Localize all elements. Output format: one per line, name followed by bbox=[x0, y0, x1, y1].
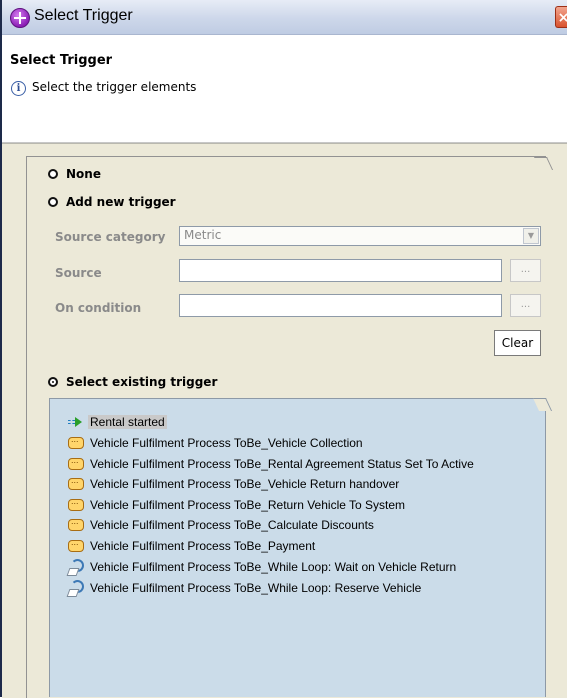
on-condition-input[interactable] bbox=[179, 294, 502, 317]
radio-add-new-label: Add new trigger bbox=[66, 195, 176, 209]
loop-icon bbox=[68, 559, 84, 575]
source-category-select[interactable]: Metric ▼ bbox=[179, 226, 541, 246]
list-item[interactable]: Vehicle Fulfilment Process ToBe_While Lo… bbox=[68, 579, 421, 597]
clear-button[interactable]: Clear bbox=[494, 330, 541, 356]
task-icon bbox=[68, 475, 84, 490]
radio-add-new-button[interactable] bbox=[48, 197, 58, 207]
radio-select-existing-label: Select existing trigger bbox=[66, 375, 218, 389]
task-icon bbox=[68, 434, 84, 449]
title-bar: Select Trigger × bbox=[2, 0, 567, 35]
trigger-label: Vehicle Fulfilment Process ToBe_While Lo… bbox=[90, 560, 457, 574]
source-browse-button[interactable]: ... bbox=[510, 259, 541, 282]
list-item[interactable]: Vehicle Fulfilment Process ToBe_Calculat… bbox=[68, 516, 374, 534]
list-item[interactable]: Vehicle Fulfilment Process ToBe_Rental A… bbox=[68, 455, 474, 473]
info-icon: i bbox=[11, 81, 26, 96]
list-item[interactable]: Rental started bbox=[68, 413, 167, 431]
source-category-value: Metric bbox=[184, 228, 222, 242]
radio-select-existing-button[interactable] bbox=[48, 377, 58, 387]
source-category-label: Source category bbox=[55, 230, 166, 244]
close-icon[interactable]: × bbox=[555, 6, 567, 28]
list-item[interactable]: Vehicle Fulfilment Process ToBe_Vehicle … bbox=[68, 475, 399, 493]
trigger-list[interactable]: Rental started Vehicle Fulfilment Proces… bbox=[49, 398, 553, 697]
info-text: Select the trigger elements bbox=[32, 80, 197, 94]
source-label: Source bbox=[55, 266, 102, 280]
trigger-label: Vehicle Fulfilment Process ToBe_Return V… bbox=[90, 498, 406, 512]
start-event-icon bbox=[68, 417, 82, 427]
trigger-label: Vehicle Fulfilment Process ToBe_Payment bbox=[90, 539, 316, 553]
list-item[interactable]: Vehicle Fulfilment Process ToBe_While Lo… bbox=[68, 558, 456, 576]
window-title: Select Trigger bbox=[34, 7, 133, 24]
task-icon bbox=[68, 537, 84, 552]
radio-none[interactable]: None bbox=[48, 167, 101, 181]
task-icon bbox=[68, 455, 84, 470]
trigger-label: Vehicle Fulfilment Process ToBe_Vehicle … bbox=[90, 436, 363, 450]
trigger-label: Vehicle Fulfilment Process ToBe_Rental A… bbox=[90, 457, 474, 471]
trigger-label: Vehicle Fulfilment Process ToBe_Vehicle … bbox=[90, 477, 400, 491]
list-item[interactable]: Vehicle Fulfilment Process ToBe_Return V… bbox=[68, 496, 405, 514]
select-trigger-dialog: Select Trigger × Select Trigger i Select… bbox=[0, 0, 567, 698]
on-condition-label: On condition bbox=[55, 301, 142, 315]
trigger-label: Rental started bbox=[88, 415, 167, 429]
radio-none-label: None bbox=[66, 167, 101, 181]
source-input[interactable] bbox=[179, 259, 502, 282]
page-title: Select Trigger bbox=[10, 53, 113, 68]
chevron-down-icon[interactable]: ▼ bbox=[523, 228, 539, 244]
trigger-label: Vehicle Fulfilment Process ToBe_Calculat… bbox=[90, 518, 374, 532]
list-item[interactable]: Vehicle Fulfilment Process ToBe_Payment bbox=[68, 537, 315, 555]
radio-select-existing[interactable]: Select existing trigger bbox=[48, 375, 217, 389]
loop-icon bbox=[68, 580, 84, 596]
trigger-label: Vehicle Fulfilment Process ToBe_While Lo… bbox=[90, 581, 422, 595]
radio-none-button[interactable] bbox=[48, 169, 58, 179]
task-icon bbox=[68, 496, 84, 511]
on-condition-browse-button[interactable]: ... bbox=[510, 294, 541, 317]
dialog-header: Select Trigger i Select the trigger elem… bbox=[2, 35, 567, 143]
radio-add-new[interactable]: Add new trigger bbox=[48, 195, 176, 209]
app-icon bbox=[10, 8, 30, 28]
list-item[interactable]: Vehicle Fulfilment Process ToBe_Vehicle … bbox=[68, 434, 363, 452]
task-icon bbox=[68, 516, 84, 531]
